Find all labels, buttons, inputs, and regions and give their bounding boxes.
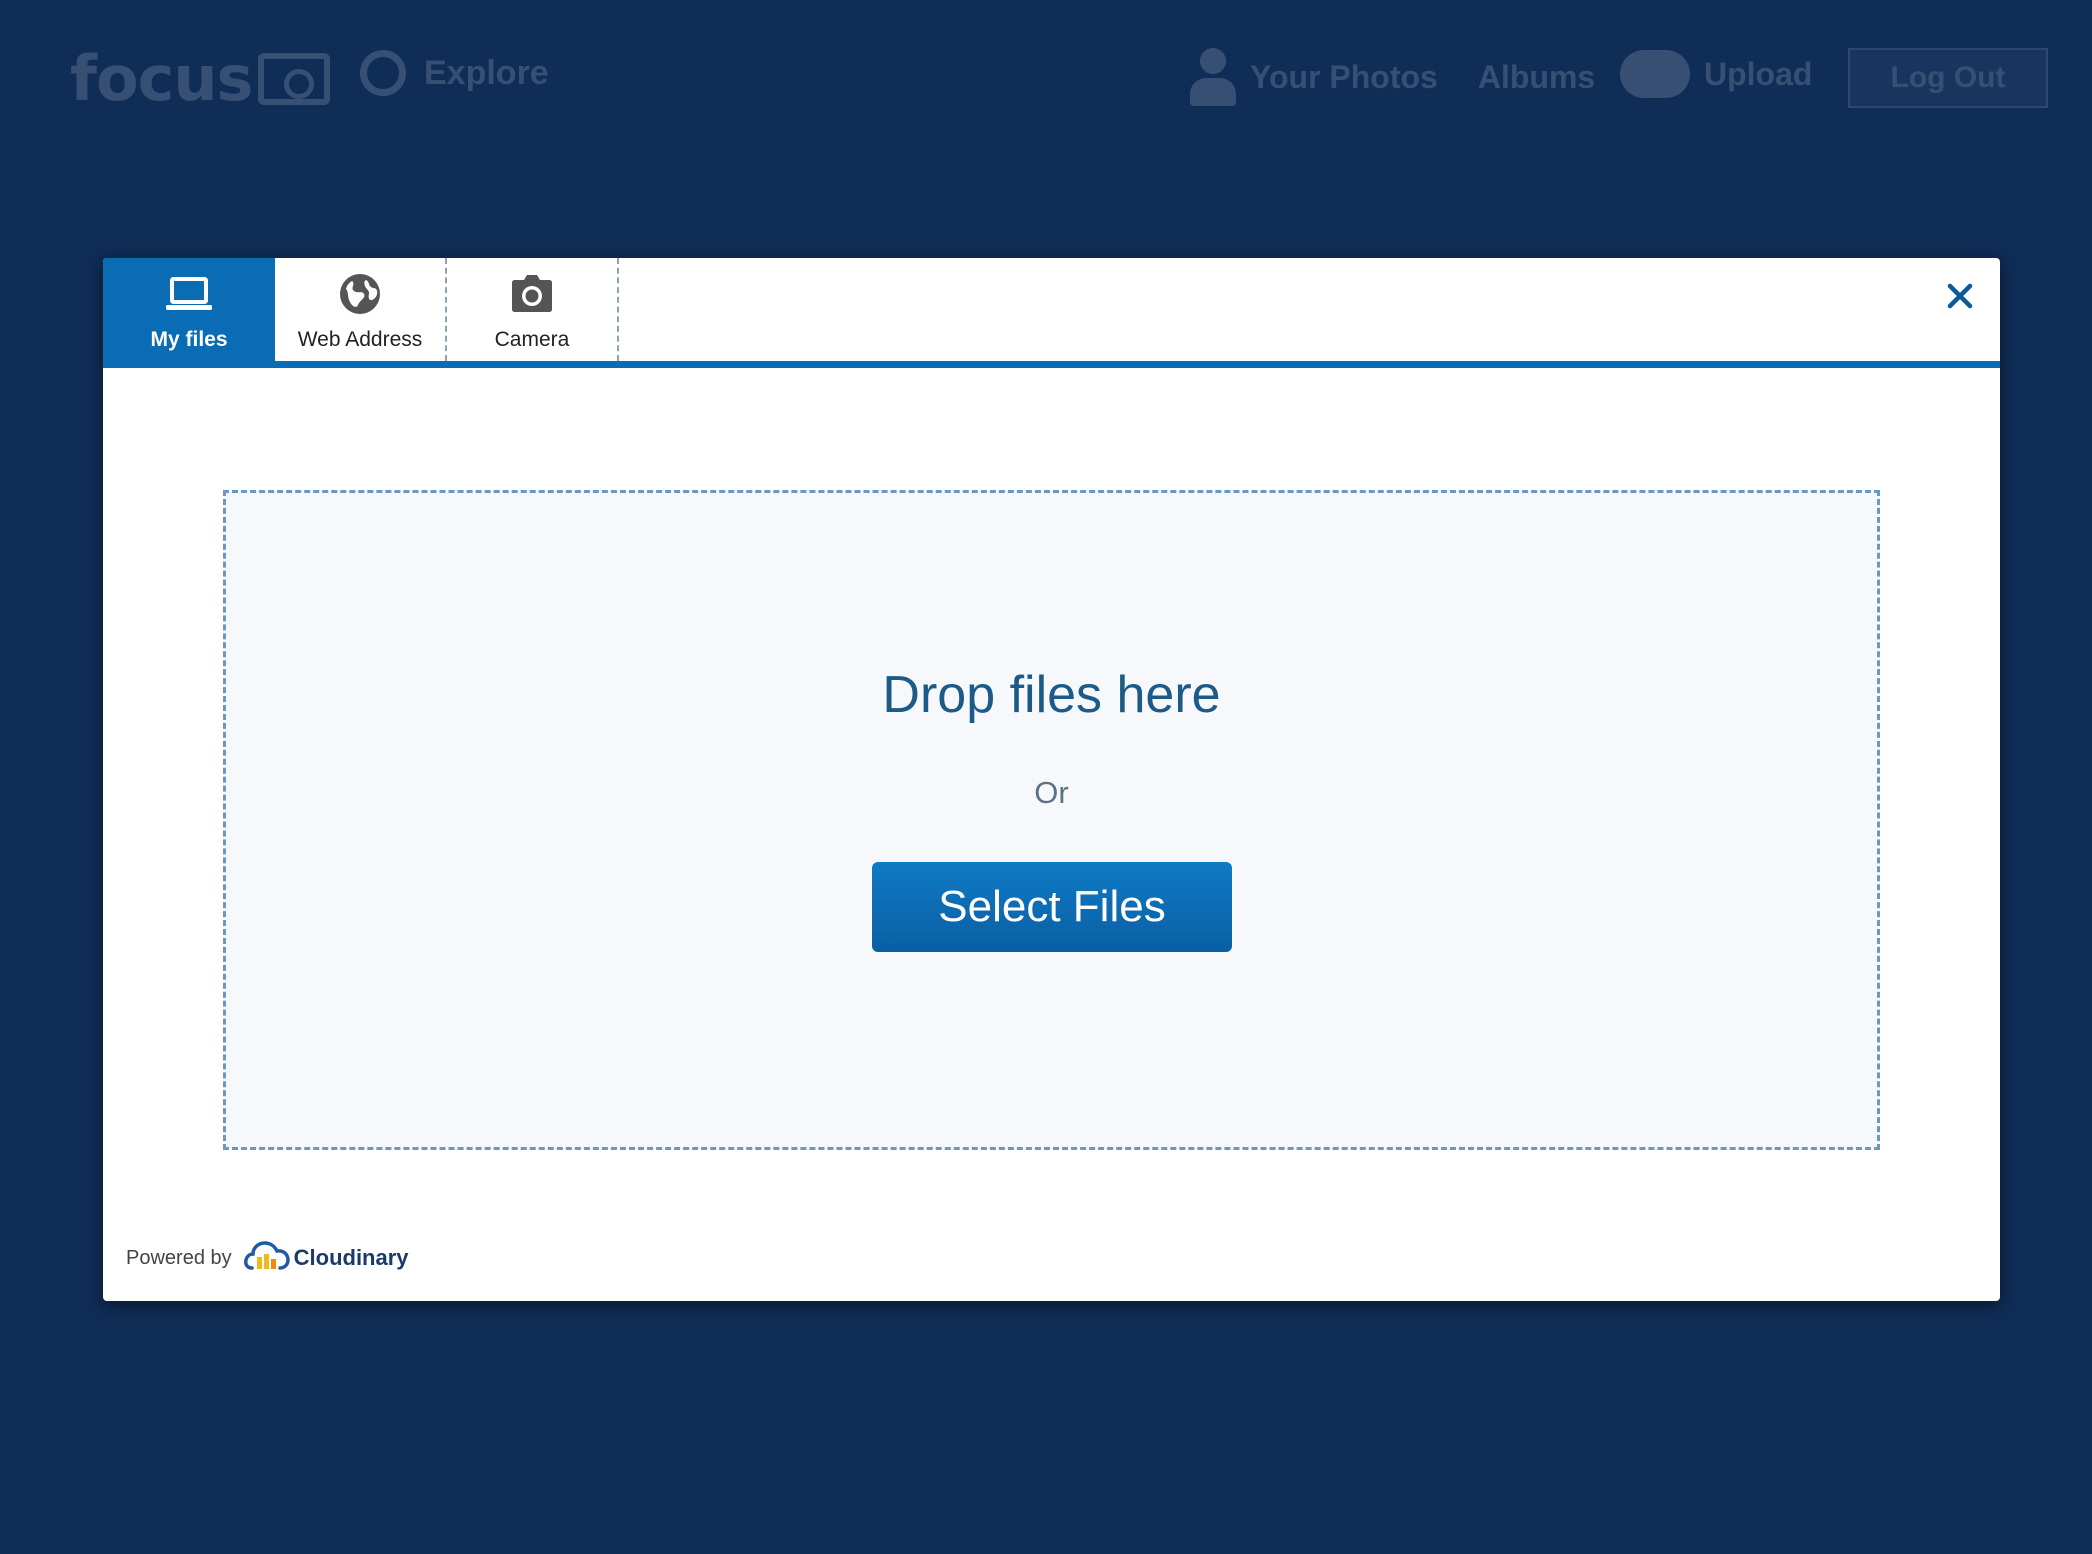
powered-by-text: Powered by: [126, 1246, 232, 1269]
source-tab-bar: My files Web Address Camera: [103, 258, 2000, 368]
tab-my-files[interactable]: My files: [103, 258, 275, 361]
background-logout-button: Log Out: [1848, 48, 2048, 108]
background-logo-text: focus: [70, 42, 253, 115]
person-icon: [1190, 48, 1236, 106]
cloudinary-brand-text: Cloudinary: [293, 1245, 409, 1270]
close-icon: [1947, 283, 1973, 314]
laptop-icon: [165, 276, 213, 317]
background-logo: focus: [70, 42, 331, 115]
background-nav-upload: Upload: [1620, 50, 1812, 98]
tab-web-address[interactable]: Web Address: [275, 258, 447, 361]
close-button[interactable]: [1938, 276, 1982, 320]
background-nav-upload-label: Upload: [1704, 55, 1813, 92]
background-nav-explore: Explore: [360, 50, 549, 96]
camera-icon: [510, 274, 554, 319]
tab-camera[interactable]: Camera: [447, 258, 619, 361]
globe-icon: [338, 272, 382, 321]
tab-camera-label: Camera: [494, 328, 570, 351]
background-nav-your-photos-label: Your Photos: [1250, 58, 1438, 95]
select-files-button[interactable]: Select Files: [872, 862, 1232, 952]
cloud-upload-icon: [1620, 50, 1690, 98]
tab-my-files-label: My files: [150, 328, 228, 351]
drop-files-title: Drop files here: [882, 666, 1221, 724]
background-nav-right: Your Photos Albums: [1190, 48, 1595, 106]
compass-icon: [360, 50, 406, 96]
background-logo-camera-icon: [258, 53, 331, 105]
powered-by-footer: Powered by Cloudinary: [126, 1238, 409, 1278]
drop-or-text: Or: [1034, 775, 1069, 810]
cloudinary-logo-icon: [243, 1240, 290, 1277]
background-nav-explore-label: Explore: [424, 53, 549, 92]
tab-web-address-label: Web Address: [297, 328, 423, 351]
background-site-header: focus Explore Your Photos Albums Upload …: [0, 0, 2092, 160]
file-drop-zone[interactable]: Drop files here Or Select Files: [223, 490, 1880, 1150]
upload-widget-modal: My files Web Address Camera Drop files h…: [103, 258, 2000, 1301]
background-nav-albums: Albums: [1477, 58, 1596, 95]
background-nav-your-photos: Your Photos: [1190, 48, 1438, 106]
